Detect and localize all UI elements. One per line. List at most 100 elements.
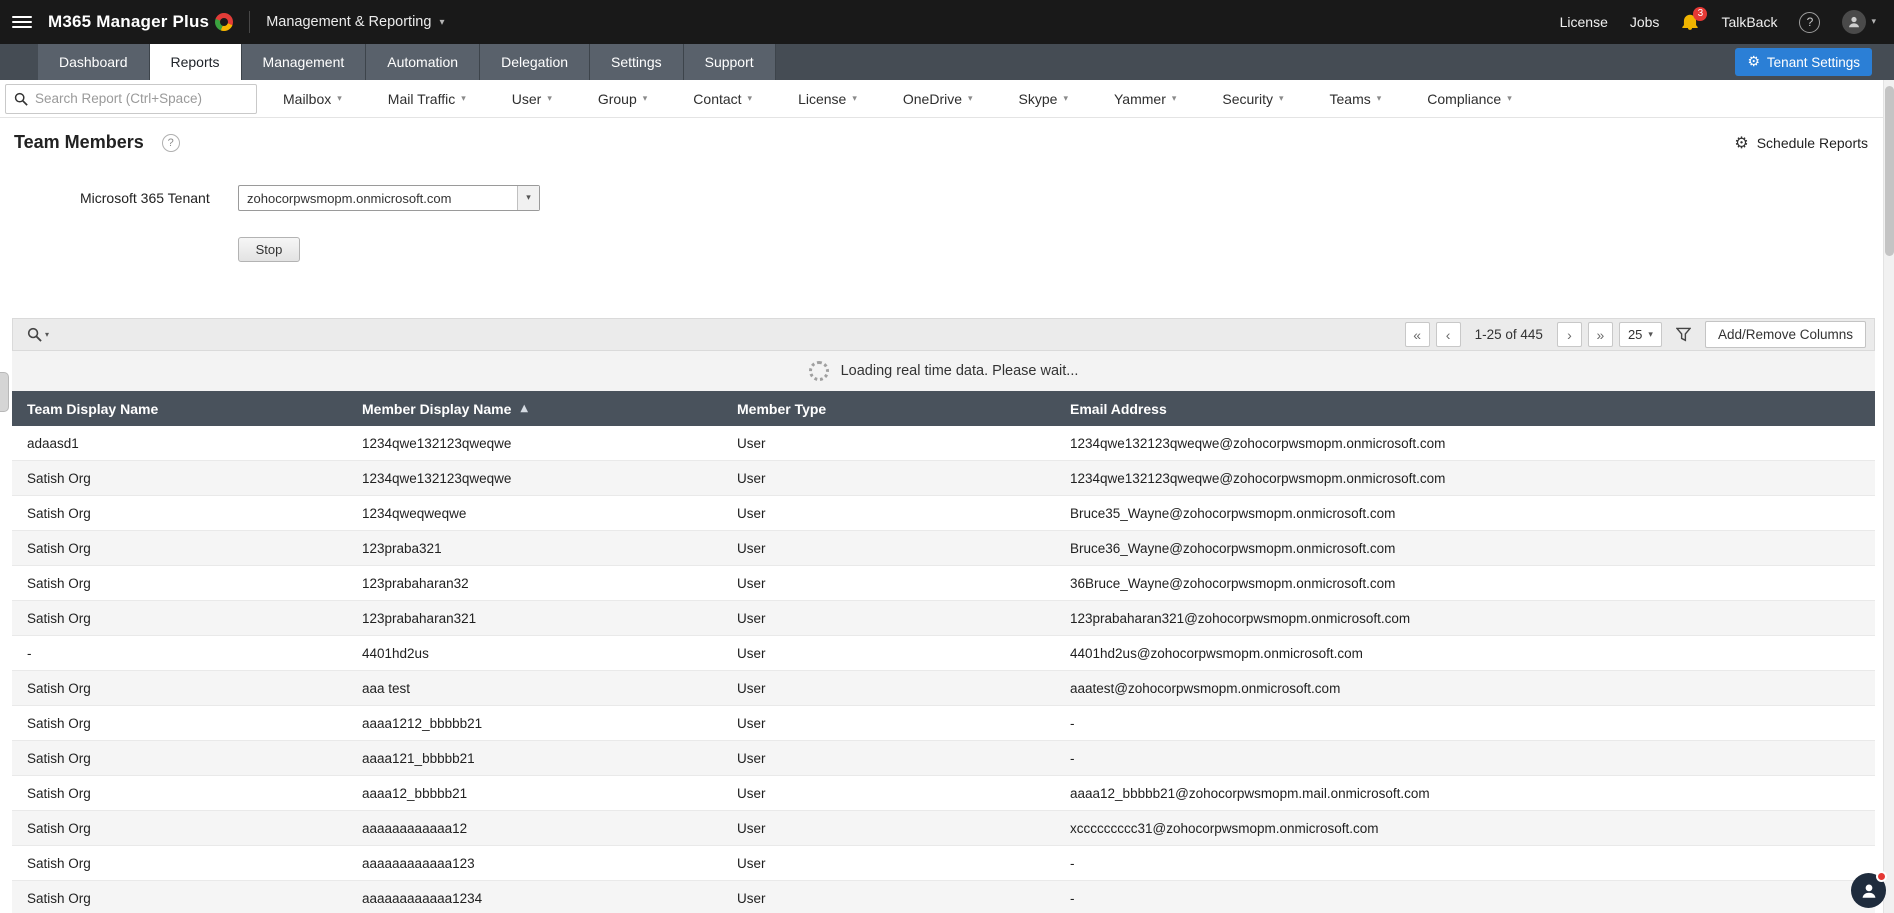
chevron-down-icon: ▾	[747, 93, 753, 104]
column-header-member-display-name[interactable]: Member Display Name ▲	[347, 401, 722, 417]
search-report-input[interactable]	[35, 91, 248, 106]
page-title: Team Members	[14, 132, 144, 152]
stop-button[interactable]: Stop	[238, 237, 300, 262]
table-cell: aaa test	[362, 680, 411, 696]
app-logo[interactable]: M365 Manager Plus	[48, 12, 234, 32]
report-category-user[interactable]: User ▾	[512, 91, 552, 107]
table-cell: aaaa12_bbbbb21	[362, 785, 468, 801]
last-page-button[interactable]: »	[1587, 322, 1613, 347]
table-row[interactable]: Satish Org 1234qweqweqwe User Bruce35_Wayne…	[12, 496, 1875, 531]
table-row[interactable]: Satish Org aaaaaaaaaaaa12 User xccccccccc31…	[12, 811, 1875, 846]
table-cell: Satish Org	[27, 715, 91, 731]
page-size-select[interactable]: 25 ▾	[1618, 322, 1662, 347]
divider	[249, 11, 251, 33]
report-category-compliance[interactable]: Compliance ▾	[1427, 91, 1511, 107]
help-button[interactable]: ?	[1799, 11, 1821, 33]
spinner-icon	[808, 361, 829, 381]
report-category-contact[interactable]: Contact ▾	[693, 91, 752, 107]
tab-management[interactable]: Management	[241, 44, 367, 80]
prev-page-button[interactable]: ‹	[1435, 322, 1461, 347]
table-row[interactable]: Satish Org 123praba321 User Bruce36_Wayne@z…	[12, 531, 1875, 566]
report-category-mail-traffic[interactable]: Mail Traffic ▾	[388, 91, 466, 107]
table-row[interactable]: Satish Org 123prabaharan32 User 36Bruce_Way…	[12, 566, 1875, 601]
report-category-security[interactable]: Security ▾	[1222, 91, 1283, 107]
table-row[interactable]: Satish Org aaaaaaaaaaaa1234 User -	[12, 881, 1875, 913]
report-category-mailbox[interactable]: Mailbox ▾	[283, 91, 342, 107]
tab-settings[interactable]: Settings	[590, 44, 684, 80]
table-search-button[interactable]: ▾	[27, 327, 49, 342]
report-search[interactable]	[5, 83, 257, 114]
report-categories: Mailbox ▾ Mail Traffic ▾ User ▾ Group ▾ Cont…	[283, 91, 1512, 107]
schedule-reports-button[interactable]: ⚙ Schedule Reports	[1734, 133, 1868, 152]
notifications-button[interactable]: 3	[1681, 7, 1708, 31]
first-page-button[interactable]: «	[1404, 322, 1430, 347]
tab-reports[interactable]: Reports	[149, 44, 242, 80]
table-row[interactable]: Satish Org aaa test User aaatest@zohocorpws…	[12, 671, 1875, 706]
topbar: M365 Manager Plus Management & Reporting…	[0, 0, 1894, 44]
next-page-button[interactable]: ›	[1556, 322, 1582, 347]
table-row[interactable]: Satish Org aaaa12_bbbbb21 User aaaa12_bbbbb…	[12, 776, 1875, 811]
filter-button[interactable]	[1675, 327, 1691, 342]
select-arrow-button[interactable]: ▾	[517, 186, 539, 210]
tab-support[interactable]: Support	[683, 44, 776, 80]
chevron-down-icon: ▾	[1376, 93, 1382, 104]
hamburger-menu-icon[interactable]	[12, 16, 32, 28]
talkback-link[interactable]: TalkBack	[1721, 14, 1777, 30]
tenant-select[interactable]: zohocorpwsmopm.onmicrosoft.com ▾	[238, 185, 540, 211]
loading-indicator: Loading real time data. Please wait...	[12, 351, 1875, 391]
table-cell: -	[27, 645, 32, 661]
tenant-settings-label: Tenant Settings	[1766, 54, 1860, 70]
schedule-gear-icon: ⚙	[1734, 133, 1749, 152]
table-cell: 1234qwe132123qweqwe@zohocorpwsmopm.onmic…	[1070, 470, 1446, 486]
tab-delegation[interactable]: Delegation	[480, 44, 591, 80]
main-content: Team Members ? ⚙ Schedule Reports Micros…	[0, 118, 1894, 913]
report-category-teams[interactable]: Teams ▾	[1330, 91, 1382, 107]
notification-dot	[1876, 871, 1887, 882]
report-category-skype[interactable]: Skype ▾	[1019, 91, 1068, 107]
add-remove-columns-button[interactable]: Add/Remove Columns	[1704, 321, 1866, 348]
schedule-reports-label: Schedule Reports	[1756, 134, 1868, 151]
column-header-team-display-name[interactable]: Team Display Name	[12, 401, 347, 417]
tenant-settings-button[interactable]: ⚙ Tenant Settings	[1735, 48, 1872, 76]
report-category-license[interactable]: License ▾	[798, 91, 857, 107]
table-row[interactable]: - 4401hd2us User 4401hd2us@zohocorpwsmopm.o…	[12, 636, 1875, 671]
table-cell: User	[737, 715, 766, 731]
table-row[interactable]: Satish Org aaaa1212_bbbbb21 User -	[12, 706, 1875, 741]
gear-icon: ⚙	[1747, 54, 1760, 70]
column-header-email-address[interactable]: Email Address	[1055, 401, 1875, 417]
account-menu[interactable]: ▾	[1842, 10, 1876, 34]
scrollbar[interactable]	[1883, 80, 1894, 913]
table-row[interactable]: Satish Org 123prabaharan321 User 123prabaha…	[12, 601, 1875, 636]
module-selector[interactable]: Management & Reporting ▾	[266, 14, 444, 30]
tenant-form-row: Microsoft 365 Tenant zohocorpwsmopm.onmi…	[80, 185, 1894, 211]
scrollbar-thumb[interactable]	[1885, 86, 1894, 256]
table-row[interactable]: Satish Org 1234qwe132123qweqwe User 1234qwe…	[12, 461, 1875, 496]
table-cell: User	[737, 785, 766, 801]
first-page-icon: «	[1413, 326, 1422, 343]
chevron-down-icon: ▾	[1171, 93, 1177, 104]
license-link[interactable]: License	[1560, 14, 1608, 30]
side-panel-toggle[interactable]	[0, 372, 9, 412]
table-row[interactable]: Satish Org aaaaaaaaaaaa123 User -	[12, 846, 1875, 881]
tab-automation[interactable]: Automation	[366, 44, 481, 80]
column-header-member-type[interactable]: Member Type	[722, 401, 1055, 417]
table-cell: Satish Org	[27, 750, 91, 766]
table-cell: -	[1070, 890, 1075, 906]
table-cell: aaaaaaaaaaaa123	[362, 855, 475, 871]
tab-dashboard[interactable]: Dashboard	[38, 44, 150, 80]
jobs-link[interactable]: Jobs	[1630, 14, 1660, 30]
support-chat-button[interactable]	[1851, 871, 1887, 908]
module-label: Management & Reporting	[266, 14, 432, 30]
table-cell: User	[737, 820, 766, 836]
table-row[interactable]: Satish Org aaaa121_bbbbb21 User -	[12, 741, 1875, 776]
table-cell: 123prabaharan321@zohocorpwsmopm.onmicros…	[1070, 610, 1411, 626]
table-row[interactable]: adaasd1 1234qwe132123qweqwe User 1234qwe132…	[12, 426, 1875, 461]
question-icon: ?	[1806, 15, 1814, 29]
report-category-group[interactable]: Group ▾	[598, 91, 647, 107]
search-icon	[27, 327, 42, 342]
report-category-onedrive[interactable]: OneDrive ▾	[903, 91, 973, 107]
help-icon[interactable]: ?	[161, 133, 180, 152]
table-cell: aaatest@zohocorpwsmopm.onmicrosoft.com	[1070, 680, 1341, 696]
table-cell: User	[737, 540, 766, 556]
report-category-yammer[interactable]: Yammer ▾	[1114, 91, 1176, 107]
